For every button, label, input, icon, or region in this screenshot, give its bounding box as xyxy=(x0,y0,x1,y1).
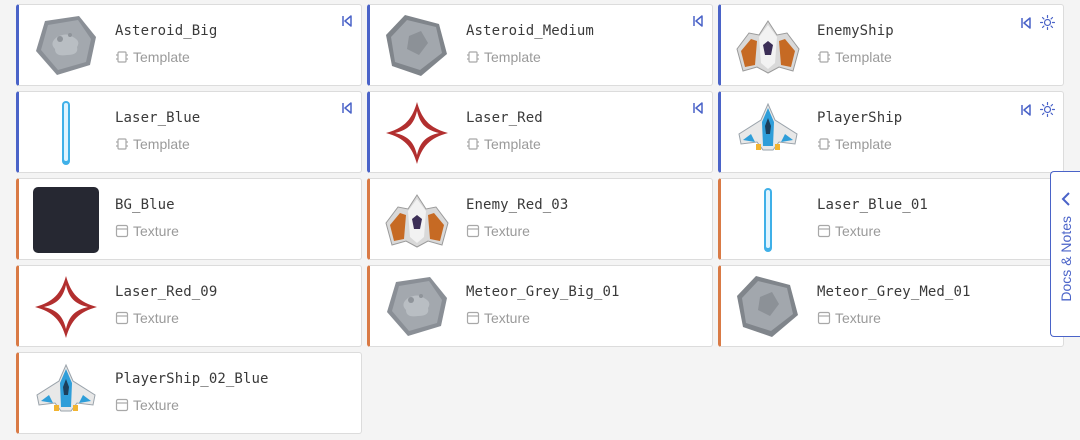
asset-type-label: Texture xyxy=(484,310,530,326)
asset-name: Laser_Red xyxy=(466,110,543,126)
asset-type: Texture xyxy=(466,223,530,239)
asset-thumbnail xyxy=(384,100,450,166)
asset-actions xyxy=(341,15,353,27)
asset-thumbnail xyxy=(33,361,99,427)
asset-type-label: Texture xyxy=(133,397,179,413)
texture-icon xyxy=(817,224,831,238)
asset-card[interactable]: PlayerShip_02_Blue Texture xyxy=(16,352,362,434)
asset-thumbnail xyxy=(384,274,450,340)
asset-type: Texture xyxy=(115,310,179,326)
asset-name: Meteor_Grey_Big_01 xyxy=(466,284,620,300)
asset-thumbnail xyxy=(735,274,801,340)
asset-type-label: Texture xyxy=(133,223,179,239)
asset-thumbnail xyxy=(33,100,99,166)
asset-thumbnail xyxy=(735,100,801,166)
asset-actions xyxy=(692,102,704,114)
asset-name: BG_Blue xyxy=(115,197,175,213)
asset-type: Texture xyxy=(115,397,179,413)
texture-icon xyxy=(115,311,129,325)
asset-card[interactable]: Enemy_Red_03 Texture xyxy=(367,178,713,260)
asset-type: Texture xyxy=(466,310,530,326)
asset-type-label: Template xyxy=(484,49,541,65)
asset-name: Asteroid_Medium xyxy=(466,23,594,39)
asset-card[interactable]: Laser_Red_09 Texture xyxy=(16,265,362,347)
chevron-left-icon xyxy=(1061,192,1070,206)
asset-type: Template xyxy=(817,136,892,152)
texture-icon xyxy=(115,398,129,412)
asset-card[interactable]: EnemyShip Template xyxy=(718,4,1064,86)
asset-type-label: Texture xyxy=(835,310,881,326)
asset-card[interactable]: Laser_Blue_01 Texture xyxy=(718,178,1064,260)
template-icon xyxy=(466,137,480,151)
asset-type-label: Texture xyxy=(835,223,881,239)
asset-name: Laser_Red_09 xyxy=(115,284,218,300)
asset-thumbnail xyxy=(33,187,99,253)
asset-type-label: Texture xyxy=(484,223,530,239)
revert-icon[interactable] xyxy=(692,15,704,27)
sun-icon[interactable] xyxy=(1040,102,1055,117)
asset-actions xyxy=(1020,102,1055,117)
docs-notes-label: Docs & Notes xyxy=(1057,216,1074,302)
asset-card[interactable]: Laser_Blue Template xyxy=(16,91,362,173)
revert-icon[interactable] xyxy=(341,102,353,114)
asset-type: Texture xyxy=(817,223,881,239)
asset-type: Template xyxy=(115,49,190,65)
template-icon xyxy=(817,50,831,64)
asset-name: Enemy_Red_03 xyxy=(466,197,569,213)
asset-actions xyxy=(692,15,704,27)
revert-icon[interactable] xyxy=(692,102,704,114)
asset-type: Template xyxy=(115,136,190,152)
asset-thumbnail xyxy=(33,13,99,79)
asset-name: PlayerShip_02_Blue xyxy=(115,371,269,387)
asset-type: Template xyxy=(466,136,541,152)
texture-icon xyxy=(817,311,831,325)
asset-name: Laser_Blue xyxy=(115,110,201,126)
asset-type: Texture xyxy=(817,310,881,326)
asset-type-label: Template xyxy=(484,136,541,152)
asset-grid: Asteroid_Big Template Asteroid_Medium Templ… xyxy=(16,4,1064,434)
template-icon xyxy=(466,50,480,64)
asset-name: EnemyShip xyxy=(817,23,894,39)
asset-thumbnail xyxy=(384,187,450,253)
asset-name: Asteroid_Big xyxy=(115,23,218,39)
asset-card[interactable]: PlayerShip Template xyxy=(718,91,1064,173)
asset-name: Meteor_Grey_Med_01 xyxy=(817,284,971,300)
template-icon xyxy=(817,137,831,151)
template-icon xyxy=(115,137,129,151)
texture-icon xyxy=(466,224,480,238)
texture-icon xyxy=(115,224,129,238)
asset-card[interactable]: Meteor_Grey_Med_01 Texture xyxy=(718,265,1064,347)
asset-thumbnail xyxy=(735,13,801,79)
asset-type-label: Template xyxy=(133,49,190,65)
asset-thumbnail xyxy=(33,274,99,340)
asset-thumbnail xyxy=(735,187,801,253)
asset-thumbnail xyxy=(384,13,450,79)
asset-type: Texture xyxy=(115,223,179,239)
asset-actions xyxy=(341,102,353,114)
texture-icon xyxy=(466,311,480,325)
asset-card[interactable]: Asteroid_Big Template xyxy=(16,4,362,86)
asset-type-label: Template xyxy=(835,136,892,152)
asset-card[interactable]: Meteor_Grey_Big_01 Texture xyxy=(367,265,713,347)
asset-type: Template xyxy=(466,49,541,65)
asset-card[interactable]: Laser_Red Template xyxy=(367,91,713,173)
asset-name: Laser_Blue_01 xyxy=(817,197,928,213)
docs-notes-tab[interactable]: Docs & Notes xyxy=(1050,171,1080,337)
revert-icon[interactable] xyxy=(1020,16,1032,29)
sun-icon[interactable] xyxy=(1040,15,1055,30)
asset-card[interactable]: Asteroid_Medium Template xyxy=(367,4,713,86)
asset-card[interactable]: BG_Blue Texture xyxy=(16,178,362,260)
asset-type: Template xyxy=(817,49,892,65)
asset-type-label: Template xyxy=(835,49,892,65)
asset-actions xyxy=(1020,15,1055,30)
revert-icon[interactable] xyxy=(1020,103,1032,116)
asset-type-label: Texture xyxy=(133,310,179,326)
revert-icon[interactable] xyxy=(341,15,353,27)
template-icon xyxy=(115,50,129,64)
asset-name: PlayerShip xyxy=(817,110,903,126)
asset-type-label: Template xyxy=(133,136,190,152)
